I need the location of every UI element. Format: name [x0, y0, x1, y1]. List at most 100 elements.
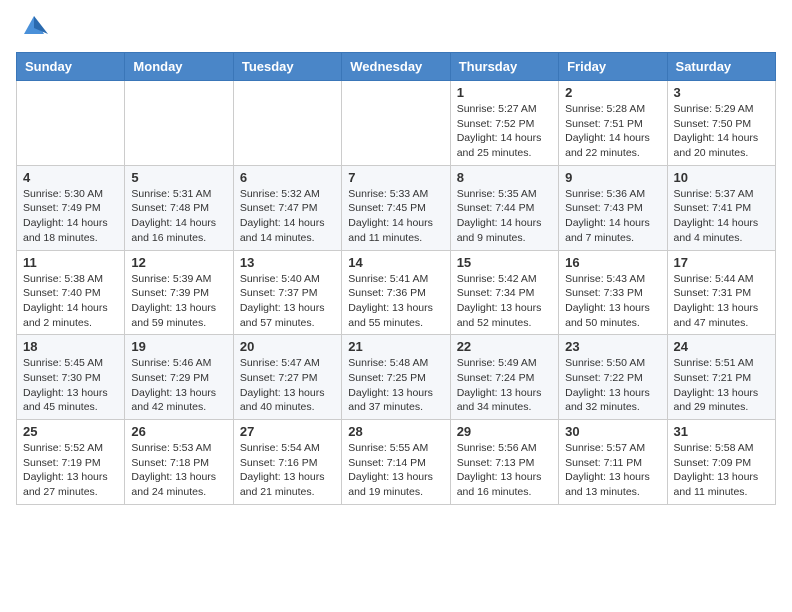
- calendar-cell: 15 Sunrise: 5:42 AM Sunset: 7:34 PM Dayli…: [450, 250, 558, 335]
- calendar-cell: 14 Sunrise: 5:41 AM Sunset: 7:36 PM Dayli…: [342, 250, 450, 335]
- day-info: Sunrise: 5:36 AM Sunset: 7:43 PM Dayligh…: [565, 187, 660, 246]
- calendar-cell: [125, 81, 233, 166]
- day-number: 15: [457, 255, 552, 270]
- day-info: Sunrise: 5:39 AM Sunset: 7:39 PM Dayligh…: [131, 272, 226, 331]
- day-info: Sunrise: 5:27 AM Sunset: 7:52 PM Dayligh…: [457, 102, 552, 161]
- day-number: 1: [457, 85, 552, 100]
- day-info: Sunrise: 5:40 AM Sunset: 7:37 PM Dayligh…: [240, 272, 335, 331]
- calendar-cell: 22 Sunrise: 5:49 AM Sunset: 7:24 PM Dayli…: [450, 335, 558, 420]
- day-info: Sunrise: 5:56 AM Sunset: 7:13 PM Dayligh…: [457, 441, 552, 500]
- calendar-cell: 5 Sunrise: 5:31 AM Sunset: 7:48 PM Daylig…: [125, 165, 233, 250]
- day-number: 8: [457, 170, 552, 185]
- calendar-cell: 16 Sunrise: 5:43 AM Sunset: 7:33 PM Dayli…: [559, 250, 667, 335]
- day-number: 10: [674, 170, 769, 185]
- calendar-cell: 17 Sunrise: 5:44 AM Sunset: 7:31 PM Dayli…: [667, 250, 775, 335]
- day-number: 14: [348, 255, 443, 270]
- calendar-cell: 8 Sunrise: 5:35 AM Sunset: 7:44 PM Daylig…: [450, 165, 558, 250]
- calendar-cell: 9 Sunrise: 5:36 AM Sunset: 7:43 PM Daylig…: [559, 165, 667, 250]
- day-info: Sunrise: 5:55 AM Sunset: 7:14 PM Dayligh…: [348, 441, 443, 500]
- day-info: Sunrise: 5:58 AM Sunset: 7:09 PM Dayligh…: [674, 441, 769, 500]
- day-number: 30: [565, 424, 660, 439]
- calendar-cell: 31 Sunrise: 5:58 AM Sunset: 7:09 PM Dayli…: [667, 420, 775, 505]
- day-number: 22: [457, 339, 552, 354]
- calendar-week-row: 18 Sunrise: 5:45 AM Sunset: 7:30 PM Dayli…: [17, 335, 776, 420]
- day-info: Sunrise: 5:28 AM Sunset: 7:51 PM Dayligh…: [565, 102, 660, 161]
- day-number: 12: [131, 255, 226, 270]
- day-info: Sunrise: 5:52 AM Sunset: 7:19 PM Dayligh…: [23, 441, 118, 500]
- calendar-cell: 20 Sunrise: 5:47 AM Sunset: 7:27 PM Dayli…: [233, 335, 341, 420]
- day-info: Sunrise: 5:54 AM Sunset: 7:16 PM Dayligh…: [240, 441, 335, 500]
- calendar-cell: [17, 81, 125, 166]
- calendar-cell: 4 Sunrise: 5:30 AM Sunset: 7:49 PM Daylig…: [17, 165, 125, 250]
- day-number: 18: [23, 339, 118, 354]
- day-info: Sunrise: 5:46 AM Sunset: 7:29 PM Dayligh…: [131, 356, 226, 415]
- day-info: Sunrise: 5:31 AM Sunset: 7:48 PM Dayligh…: [131, 187, 226, 246]
- day-number: 9: [565, 170, 660, 185]
- day-info: Sunrise: 5:41 AM Sunset: 7:36 PM Dayligh…: [348, 272, 443, 331]
- day-info: Sunrise: 5:47 AM Sunset: 7:27 PM Dayligh…: [240, 356, 335, 415]
- day-number: 17: [674, 255, 769, 270]
- day-number: 23: [565, 339, 660, 354]
- calendar-cell: 27 Sunrise: 5:54 AM Sunset: 7:16 PM Dayli…: [233, 420, 341, 505]
- calendar-week-row: 4 Sunrise: 5:30 AM Sunset: 7:49 PM Daylig…: [17, 165, 776, 250]
- day-info: Sunrise: 5:48 AM Sunset: 7:25 PM Dayligh…: [348, 356, 443, 415]
- day-number: 31: [674, 424, 769, 439]
- calendar-cell: 23Sunrise: 5:50 AM Sunset: 7:22 PM Dayli…: [559, 335, 667, 420]
- calendar-cell: 13 Sunrise: 5:40 AM Sunset: 7:37 PM Dayli…: [233, 250, 341, 335]
- calendar-cell: 12 Sunrise: 5:39 AM Sunset: 7:39 PM Dayli…: [125, 250, 233, 335]
- calendar-cell: 6 Sunrise: 5:32 AM Sunset: 7:47 PM Daylig…: [233, 165, 341, 250]
- day-info: Sunrise: 5:49 AM Sunset: 7:24 PM Dayligh…: [457, 356, 552, 415]
- calendar-cell: 25 Sunrise: 5:52 AM Sunset: 7:19 PM Dayli…: [17, 420, 125, 505]
- calendar-week-row: 11 Sunrise: 5:38 AM Sunset: 7:40 PM Dayli…: [17, 250, 776, 335]
- day-number: 6: [240, 170, 335, 185]
- calendar-cell: 2Sunrise: 5:28 AM Sunset: 7:51 PM Daylig…: [559, 81, 667, 166]
- weekday-header: Thursday: [450, 53, 558, 81]
- day-number: 27: [240, 424, 335, 439]
- calendar-cell: 29 Sunrise: 5:56 AM Sunset: 7:13 PM Dayli…: [450, 420, 558, 505]
- calendar-table: SundayMondayTuesdayWednesdayThursdayFrid…: [16, 52, 776, 505]
- day-info: Sunrise: 5:45 AM Sunset: 7:30 PM Dayligh…: [23, 356, 118, 415]
- day-info: Sunrise: 5:29 AM Sunset: 7:50 PM Dayligh…: [674, 102, 769, 161]
- weekday-header: Saturday: [667, 53, 775, 81]
- calendar-cell: 21 Sunrise: 5:48 AM Sunset: 7:25 PM Dayli…: [342, 335, 450, 420]
- day-number: 28: [348, 424, 443, 439]
- day-info: Sunrise: 5:38 AM Sunset: 7:40 PM Dayligh…: [23, 272, 118, 331]
- day-info: Sunrise: 5:35 AM Sunset: 7:44 PM Dayligh…: [457, 187, 552, 246]
- day-number: 29: [457, 424, 552, 439]
- day-info: Sunrise: 5:33 AM Sunset: 7:45 PM Dayligh…: [348, 187, 443, 246]
- day-number: 4: [23, 170, 118, 185]
- calendar-cell: 24Sunrise: 5:51 AM Sunset: 7:21 PM Dayli…: [667, 335, 775, 420]
- day-number: 7: [348, 170, 443, 185]
- logo: [16, 16, 48, 40]
- day-number: 26: [131, 424, 226, 439]
- weekday-header: Monday: [125, 53, 233, 81]
- weekday-header: Wednesday: [342, 53, 450, 81]
- day-number: 13: [240, 255, 335, 270]
- day-info: Sunrise: 5:42 AM Sunset: 7:34 PM Dayligh…: [457, 272, 552, 331]
- calendar-cell: 30 Sunrise: 5:57 AM Sunset: 7:11 PM Dayli…: [559, 420, 667, 505]
- weekday-header: Friday: [559, 53, 667, 81]
- day-number: 5: [131, 170, 226, 185]
- day-number: 20: [240, 339, 335, 354]
- day-number: 16: [565, 255, 660, 270]
- day-info: Sunrise: 5:57 AM Sunset: 7:11 PM Dayligh…: [565, 441, 660, 500]
- day-info: Sunrise: 5:32 AM Sunset: 7:47 PM Dayligh…: [240, 187, 335, 246]
- weekday-header: Sunday: [17, 53, 125, 81]
- calendar-cell: 1 Sunrise: 5:27 AM Sunset: 7:52 PM Daylig…: [450, 81, 558, 166]
- calendar-week-row: 1 Sunrise: 5:27 AM Sunset: 7:52 PM Daylig…: [17, 81, 776, 166]
- calendar-cell: 3Sunrise: 5:29 AM Sunset: 7:50 PM Daylig…: [667, 81, 775, 166]
- day-number: 11: [23, 255, 118, 270]
- day-number: 25: [23, 424, 118, 439]
- calendar-cell: 7 Sunrise: 5:33 AM Sunset: 7:45 PM Daylig…: [342, 165, 450, 250]
- calendar-cell: 26Sunrise: 5:53 AM Sunset: 7:18 PM Dayli…: [125, 420, 233, 505]
- day-info: Sunrise: 5:44 AM Sunset: 7:31 PM Dayligh…: [674, 272, 769, 331]
- day-number: 24: [674, 339, 769, 354]
- page-header: [16, 16, 776, 40]
- day-info: Sunrise: 5:43 AM Sunset: 7:33 PM Dayligh…: [565, 272, 660, 331]
- calendar-cell: 19 Sunrise: 5:46 AM Sunset: 7:29 PM Dayli…: [125, 335, 233, 420]
- calendar-cell: 18 Sunrise: 5:45 AM Sunset: 7:30 PM Dayli…: [17, 335, 125, 420]
- day-info: Sunrise: 5:30 AM Sunset: 7:49 PM Dayligh…: [23, 187, 118, 246]
- day-number: 19: [131, 339, 226, 354]
- logo-icon: [20, 12, 48, 40]
- day-number: 21: [348, 339, 443, 354]
